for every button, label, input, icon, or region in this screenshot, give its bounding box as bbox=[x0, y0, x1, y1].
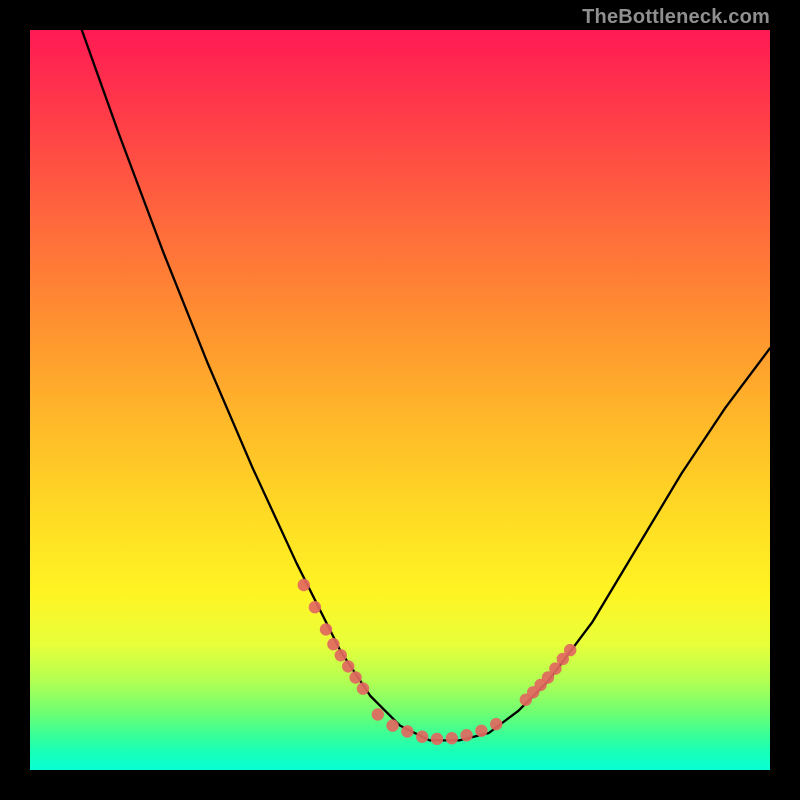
chart-frame: TheBottleneck.com bbox=[0, 0, 800, 800]
chart-svg bbox=[30, 30, 770, 770]
chart-plot-area bbox=[30, 30, 770, 770]
data-markers bbox=[298, 579, 577, 745]
curve-line bbox=[82, 30, 770, 740]
watermark-text: TheBottleneck.com bbox=[582, 6, 770, 29]
